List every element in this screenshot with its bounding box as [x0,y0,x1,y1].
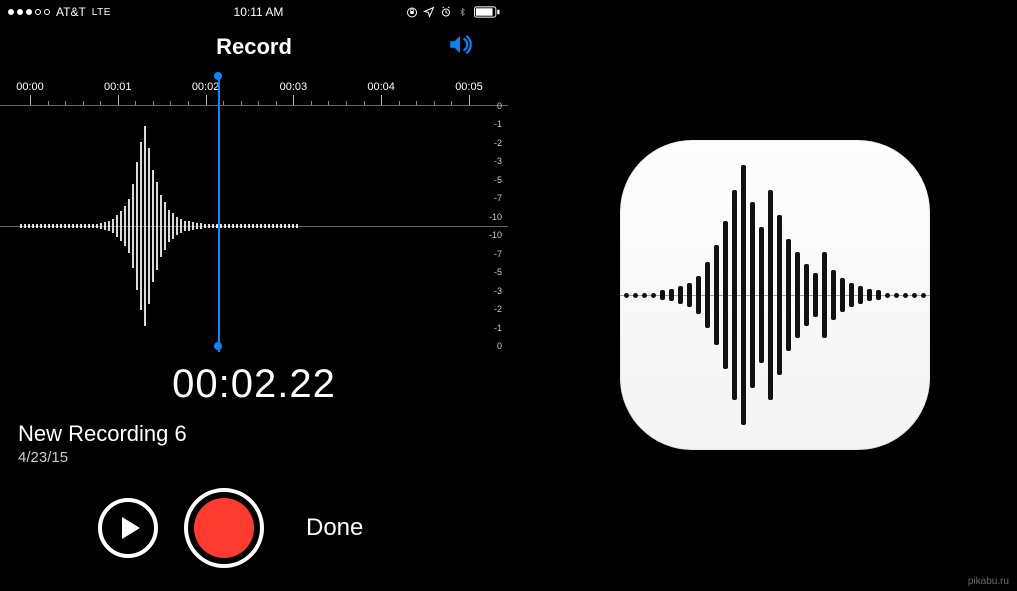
play-button[interactable] [98,498,158,558]
waveform-area[interactable]: 0-1-2-3-5-7-10-10-7-5-3-2-10 [0,106,508,346]
play-icon [122,517,140,539]
icon-waveform [620,165,930,425]
recording-date: 4/23/15 [18,449,508,466]
orientation-lock-icon [406,6,418,18]
voice-memos-app-icon [620,140,930,450]
db-scale: 0-1-2-3-5-7-10-10-7-5-3-2-10 [474,106,502,346]
source-credit: pikabu.ru [968,576,1009,587]
location-icon [423,6,435,18]
carrier-label: AT&T [56,5,86,19]
voice-memos-screen: AT&T LTE 10:11 AM [0,0,508,591]
time-ruler[interactable]: 00:0000:0100:0200:0300:0400:05 [0,76,508,106]
recording-title[interactable]: New Recording 6 [18,421,508,447]
speaker-icon[interactable] [444,32,476,63]
controls-row: Done [98,488,508,568]
done-button[interactable]: Done [306,514,363,542]
alarm-icon [440,6,452,18]
status-time: 10:11 AM [234,5,284,19]
page-title: Record [216,34,292,60]
signal-strength-icon [8,9,50,15]
elapsed-time: 00:02.22 [0,362,508,407]
record-button[interactable] [184,488,264,568]
screen-header: Record [0,24,508,70]
network-type-label: LTE [92,7,111,18]
record-icon [194,498,254,558]
bluetooth-icon [457,6,469,18]
waveform [0,106,508,346]
battery-icon [474,6,500,18]
status-bar: AT&T LTE 10:11 AM [0,0,508,24]
